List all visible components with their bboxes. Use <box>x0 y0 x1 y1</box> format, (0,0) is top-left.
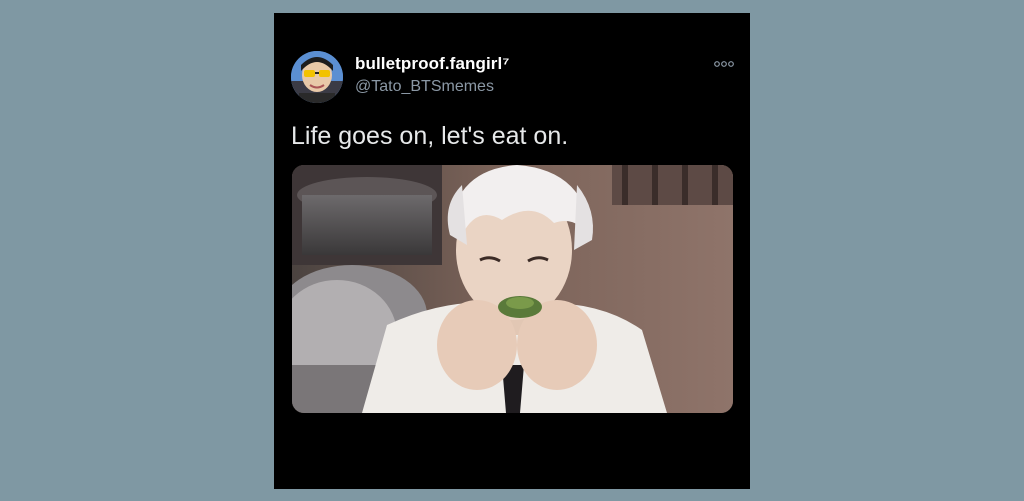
tweet-text: Life goes on, let's eat on. <box>291 122 569 150</box>
display-name[interactable]: bulletproof.fangirl⁷ <box>355 54 509 74</box>
user-handle[interactable]: @Tato_BTSmemes <box>355 78 494 96</box>
ellipsis-icon[interactable] <box>713 56 735 67</box>
tweet-media-image[interactable] <box>292 165 733 413</box>
avatar[interactable] <box>291 51 343 103</box>
